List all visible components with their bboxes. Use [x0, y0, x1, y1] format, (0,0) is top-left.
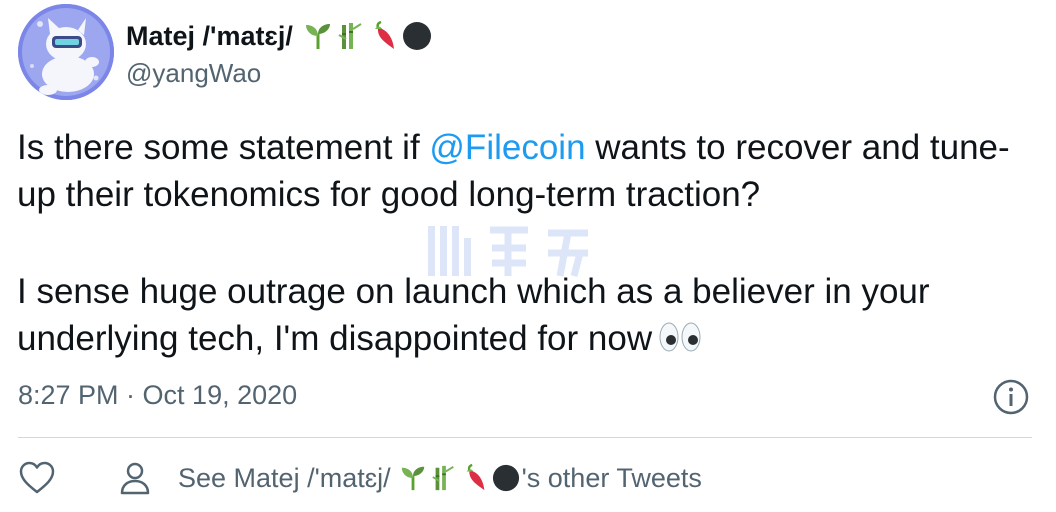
bamboo-icon	[338, 23, 362, 49]
divider	[18, 437, 1032, 438]
bamboo-icon	[431, 465, 454, 491]
hot-pepper-icon	[466, 464, 484, 491]
tweet-text-part: I sense huge outrage on launch which as …	[17, 272, 930, 358]
mention-link[interactable]: @Filecoin	[429, 128, 585, 167]
tweet-paragraph-1: Is there some statement if @Filecoin wan…	[17, 124, 1037, 218]
heart-icon[interactable]	[18, 460, 56, 496]
seedling-icon	[401, 466, 424, 491]
see-other-tweets-link[interactable]: See Matej /'matɛj/ 's other Tweets	[118, 458, 702, 498]
tweet-card: Matej /'matɛj/ @yangWao Is there some st…	[0, 0, 1056, 512]
tweet-text: Is there some statement if @Filecoin wan…	[17, 124, 1037, 366]
name-emojis	[303, 21, 432, 51]
tweet-timestamp[interactable]: 8:27 PM · Oct 19, 2020	[18, 380, 297, 411]
other-tweets-prefix[interactable]: See Matej /'matɛj/	[178, 463, 391, 494]
hot-pepper-icon	[374, 21, 394, 49]
person-icon	[120, 462, 150, 495]
author-name[interactable]: Matej /'matɛj/	[126, 21, 293, 52]
author-handle[interactable]: @yangWao	[126, 58, 261, 89]
other-tweets-name-emojis	[399, 464, 520, 492]
eyes-icon	[658, 319, 702, 366]
black-circle-icon	[402, 22, 431, 50]
tweet-paragraph-2: I sense huge outrage on launch which as …	[17, 268, 1037, 366]
other-tweets-suffix[interactable]: 's other Tweets	[522, 463, 702, 494]
seedling-icon	[305, 24, 330, 49]
tweet-text-part: Is there some statement if	[17, 128, 430, 167]
black-circle-icon	[492, 464, 519, 492]
avatar[interactable]	[18, 4, 114, 100]
info-icon[interactable]	[992, 378, 1030, 416]
avatar-cat-image	[18, 4, 114, 100]
author-name-row[interactable]: Matej /'matɛj/	[126, 16, 432, 56]
